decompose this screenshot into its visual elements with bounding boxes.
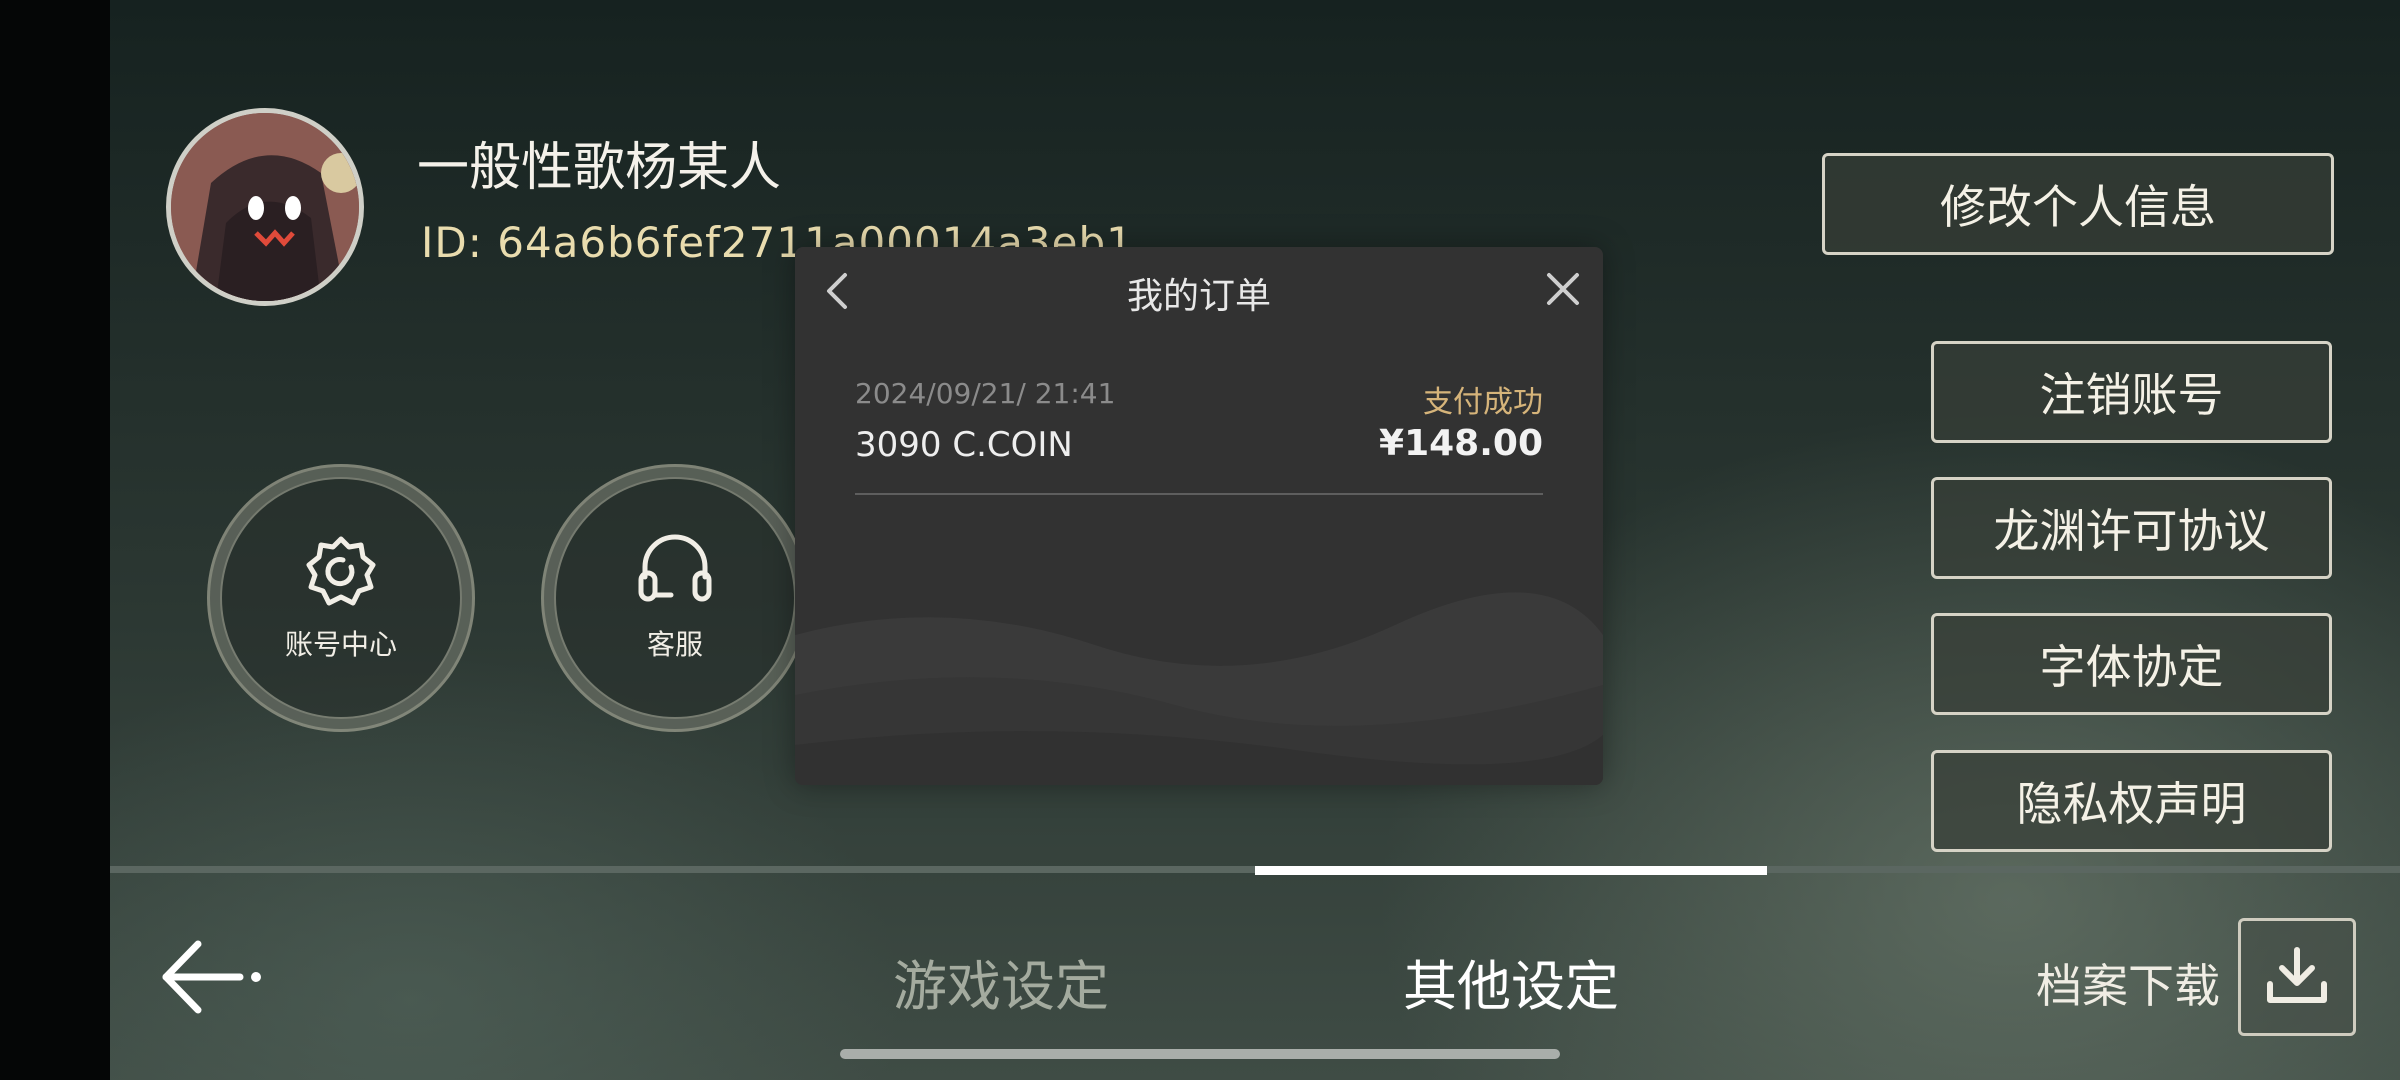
font-agreement-button[interactable]: 字体协定 [1931, 613, 2332, 715]
tab-game-settings[interactable]: 游戏设定 [893, 942, 1109, 1021]
back-arrow-icon[interactable] [160, 938, 264, 1020]
customer-service-button[interactable]: 客服 [541, 464, 809, 732]
modal-wave-decoration [795, 592, 1603, 785]
account-center-label: 账号中心 [284, 628, 397, 661]
username: 一般性歌杨某人 [417, 138, 782, 198]
system-home-indicator[interactable] [840, 1049, 1560, 1059]
tab-other-settings[interactable]: 其他设定 [1403, 942, 1619, 1021]
headset-icon [635, 533, 715, 613]
my-orders-dialog: 我的订单 2024/09/21/ 21:41 支付成功 3090 C.COIN … [795, 247, 1603, 785]
left-black-bar [0, 0, 110, 1080]
settings-gear-icon [303, 533, 379, 613]
customer-service-label: 客服 [646, 628, 703, 661]
edit-profile-label: 修改个人信息 [1940, 180, 2216, 234]
modal-title: 我的订单 [1126, 276, 1271, 317]
privacy-statement-button[interactable]: 隐私权声明 [1931, 750, 2332, 852]
account-center-button[interactable]: 账号中心 [207, 464, 475, 732]
close-icon[interactable] [1545, 271, 1581, 311]
license-agreement-label: 龙渊许可协议 [1993, 504, 2270, 558]
deactivate-account-button[interactable]: 注销账号 [1931, 341, 2332, 443]
archive-download-label[interactable]: 档案下载 [2036, 950, 2220, 1016]
order-date: 2024/09/21/ 21:41 [855, 377, 1116, 410]
font-agreement-label: 字体协定 [2039, 640, 2224, 694]
archive-download-button[interactable] [2238, 918, 2356, 1036]
order-status-badge: 支付成功 [1423, 385, 1543, 420]
order-item-name: 3090 C.COIN [855, 425, 1073, 465]
edit-profile-button[interactable]: 修改个人信息 [1822, 153, 2334, 255]
deactivate-account-label: 注销账号 [2039, 368, 2224, 422]
active-tab-indicator [1255, 866, 1767, 875]
download-icon [2264, 944, 2330, 1010]
order-price: ¥148.00 [1379, 423, 1543, 464]
license-agreement-button[interactable]: 龙渊许可协议 [1931, 477, 2332, 579]
privacy-statement-label: 隐私权声明 [2016, 777, 2247, 831]
order-divider [855, 493, 1543, 495]
avatar[interactable] [166, 108, 364, 306]
